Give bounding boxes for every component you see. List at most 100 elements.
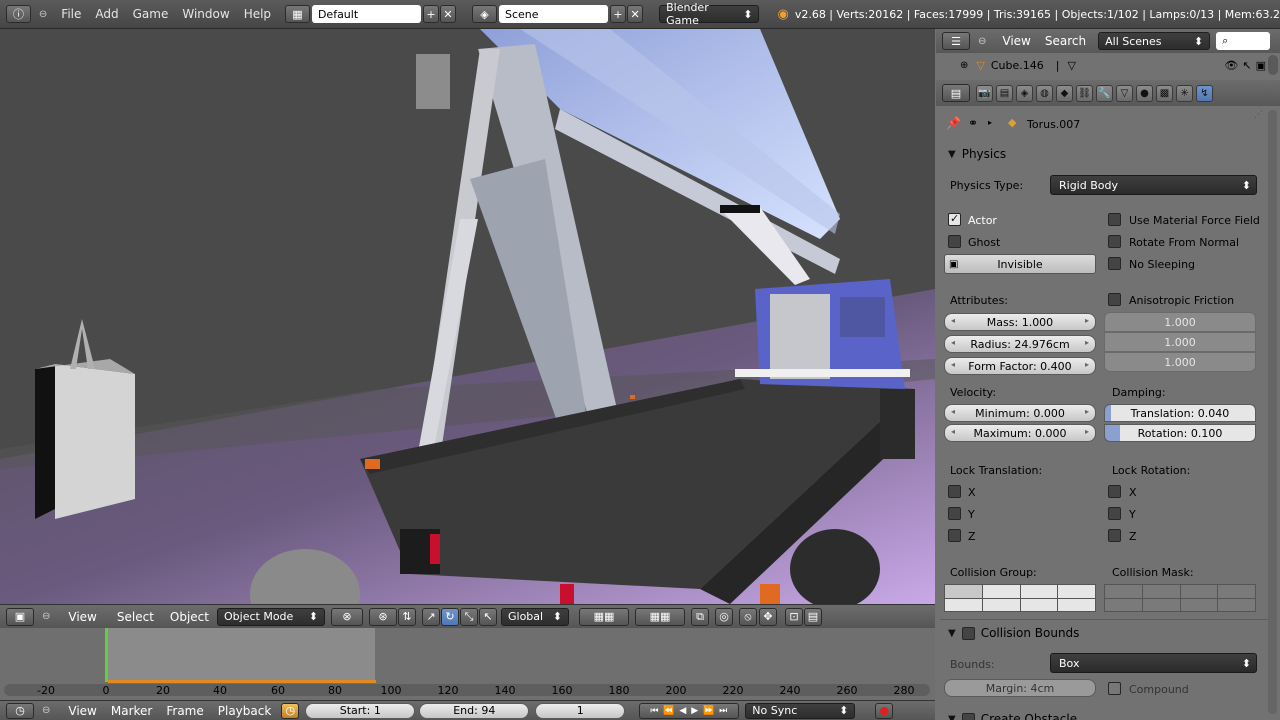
decrement-arrow-icon[interactable]: ◂ bbox=[951, 316, 955, 325]
collision-bounds-checkbox[interactable] bbox=[961, 626, 975, 640]
playhead[interactable] bbox=[105, 628, 108, 682]
layer-cell[interactable] bbox=[1105, 585, 1142, 598]
pin-icon[interactable]: 📌 bbox=[946, 116, 961, 130]
menu-window[interactable]: Window bbox=[182, 7, 229, 21]
scene-icon[interactable]: ◈ bbox=[472, 5, 497, 23]
playback-controls-icon[interactable]: ⏮ ⏪ ◀ ▶ ⏩ ⏭ bbox=[639, 702, 740, 719]
screen-layout-icon[interactable]: ▦ bbox=[285, 5, 310, 23]
menu-object[interactable]: Object bbox=[170, 610, 209, 624]
layer-cell[interactable] bbox=[945, 598, 982, 611]
remove-layout-icon[interactable]: ✕ bbox=[439, 5, 457, 23]
layers-icon[interactable]: ▦▦ bbox=[579, 607, 629, 626]
add-scene-icon[interactable]: + bbox=[609, 5, 627, 23]
end-frame-field[interactable]: End: 94 bbox=[419, 702, 530, 719]
scene-tab-icon[interactable]: ◈ bbox=[1016, 84, 1033, 102]
collapse-menu-icon[interactable]: ⊖ bbox=[978, 36, 986, 47]
physics-panel-header[interactable]: ▼ Physics bbox=[940, 142, 1272, 166]
layer-cell[interactable] bbox=[982, 585, 1020, 598]
mass-field[interactable]: ◂ Mass: 1.000 ▸ bbox=[944, 313, 1096, 331]
render-engine-select[interactable]: Blender Game ⬍ bbox=[659, 1, 760, 27]
min-velocity-field[interactable]: ◂ Minimum: 0.000 ▸ bbox=[944, 404, 1096, 422]
create-obstacle-checkbox[interactable] bbox=[961, 712, 975, 720]
margin-field[interactable]: Margin: 4cm bbox=[944, 679, 1096, 697]
ghost-checkbox[interactable] bbox=[948, 235, 961, 248]
snap-icon[interactable]: ⦸ bbox=[739, 607, 757, 626]
bounds-select[interactable]: Box ⬍ bbox=[1050, 653, 1257, 673]
pivot-point-icon[interactable]: ⊛ bbox=[369, 607, 397, 626]
editor-type-button[interactable]: ⓘ bbox=[6, 5, 31, 23]
scene-render[interactable] bbox=[0, 29, 935, 604]
lock-rotation-z-checkbox[interactable] bbox=[1108, 529, 1121, 542]
decrement-arrow-icon[interactable]: ◂ bbox=[951, 360, 955, 369]
start-frame-field[interactable]: Start: 1 bbox=[305, 702, 416, 719]
physics-tab-icon[interactable]: ↯ bbox=[1196, 84, 1213, 102]
visibility-eye-icon[interactable]: 👁 bbox=[1224, 59, 1238, 72]
collision-group-grid[interactable] bbox=[944, 584, 1096, 612]
lock-rotation-x-checkbox[interactable] bbox=[1108, 485, 1121, 498]
particles-tab-icon[interactable]: ✳ bbox=[1176, 84, 1193, 102]
layer-cell[interactable] bbox=[1180, 598, 1218, 611]
actor-checkbox[interactable] bbox=[948, 212, 961, 226]
lock-translation-y-checkbox[interactable] bbox=[948, 507, 961, 520]
layer-cell[interactable] bbox=[1142, 585, 1180, 598]
search-field[interactable]: ⌕ bbox=[1216, 32, 1271, 50]
rotate-icon[interactable]: ↻ bbox=[441, 607, 459, 626]
physics-type-select[interactable]: Rigid Body ⬍ bbox=[1050, 175, 1257, 195]
decrement-arrow-icon[interactable]: ◂ bbox=[951, 338, 955, 347]
decrement-arrow-icon[interactable]: ◂ bbox=[951, 407, 955, 416]
texture-tab-icon[interactable]: ▩ bbox=[1156, 84, 1173, 102]
increment-arrow-icon[interactable]: ▸ bbox=[1085, 316, 1089, 325]
data-tab-icon[interactable]: ▽ bbox=[1116, 84, 1133, 102]
layer-cell[interactable] bbox=[1058, 585, 1095, 598]
lock-layers-icon[interactable]: ⧉ bbox=[691, 607, 709, 626]
collapse-menu-icon[interactable]: ⊖ bbox=[42, 705, 50, 716]
orientation-select[interactable]: Global ⬍ bbox=[501, 607, 569, 626]
layer-cell[interactable] bbox=[1020, 585, 1058, 598]
rotation-damping-slider[interactable]: Rotation: 0.100 bbox=[1104, 424, 1256, 442]
menu-view[interactable]: View bbox=[68, 704, 96, 718]
increment-arrow-icon[interactable]: ▸ bbox=[1085, 427, 1089, 436]
menu-help[interactable]: Help bbox=[244, 7, 271, 21]
editor-type-properties-icon[interactable]: ▤ bbox=[942, 84, 970, 102]
selectable-cursor-icon[interactable]: ↖ bbox=[1242, 59, 1251, 72]
editor-type-outliner-icon[interactable]: ☰ bbox=[942, 32, 970, 50]
outliner-row[interactable]: ⊕ ▽ Cube.146 | ▽ 👁 ↖ ▣ bbox=[936, 55, 1266, 75]
increment-arrow-icon[interactable]: ▸ bbox=[1085, 360, 1089, 369]
keying-set-icon[interactable]: ◷ bbox=[281, 702, 300, 719]
form-factor-field[interactable]: ◂ Form Factor: 0.400 ▸ bbox=[944, 357, 1096, 375]
editor-type-3dview-icon[interactable]: ▣ bbox=[6, 607, 34, 626]
rotate-from-normal-checkbox[interactable] bbox=[1108, 235, 1121, 248]
object-tab-icon[interactable]: ◆ bbox=[1056, 84, 1073, 102]
record-icon[interactable]: ● bbox=[875, 702, 894, 719]
radius-field[interactable]: ◂ Radius: 24.976cm ▸ bbox=[944, 335, 1096, 353]
menu-view[interactable]: View bbox=[1002, 34, 1030, 48]
outliner-scrollbar[interactable] bbox=[1268, 55, 1278, 75]
render-camera-icon[interactable]: ▣ bbox=[1256, 59, 1266, 72]
proportional-edit-icon[interactable]: ◎ bbox=[715, 607, 733, 626]
layer-cell[interactable] bbox=[1020, 598, 1058, 611]
transform-icon[interactable]: ↖ bbox=[479, 607, 497, 626]
3d-viewport[interactable] bbox=[0, 29, 935, 604]
menu-marker[interactable]: Marker bbox=[111, 704, 152, 718]
layer-cell[interactable] bbox=[1218, 585, 1255, 598]
editor-type-timeline-icon[interactable]: ◷ bbox=[6, 702, 34, 719]
screen-layout-field[interactable]: Default bbox=[311, 5, 421, 23]
collision-bounds-panel-header[interactable]: ▼ Collision Bounds bbox=[940, 621, 1272, 645]
layers-2-icon[interactable]: ▦▦ bbox=[635, 607, 685, 626]
add-layout-icon[interactable]: + bbox=[422, 5, 439, 23]
current-frame-field[interactable]: 1 bbox=[535, 702, 626, 719]
collapse-menu-icon[interactable]: ⊖ bbox=[42, 611, 50, 622]
lock-translation-x-checkbox[interactable] bbox=[948, 485, 961, 498]
sync-select[interactable]: No Sync ⬍ bbox=[745, 702, 856, 719]
menu-frame[interactable]: Frame bbox=[166, 704, 203, 718]
layer-cell[interactable] bbox=[1142, 598, 1180, 611]
material-force-checkbox[interactable] bbox=[1108, 213, 1121, 226]
snap-element-icon[interactable]: ✥ bbox=[759, 607, 777, 626]
layer-cell[interactable] bbox=[945, 585, 982, 598]
remove-scene-icon[interactable]: ✕ bbox=[627, 5, 644, 23]
material-tab-icon[interactable]: ● bbox=[1136, 84, 1153, 102]
invisible-toggle[interactable]: ▣ Invisible bbox=[944, 254, 1096, 274]
layer-cell[interactable] bbox=[982, 598, 1020, 611]
opengl-render-icon[interactable]: ⊡ bbox=[785, 607, 803, 626]
opengl-anim-icon[interactable]: ▤ bbox=[804, 607, 822, 626]
